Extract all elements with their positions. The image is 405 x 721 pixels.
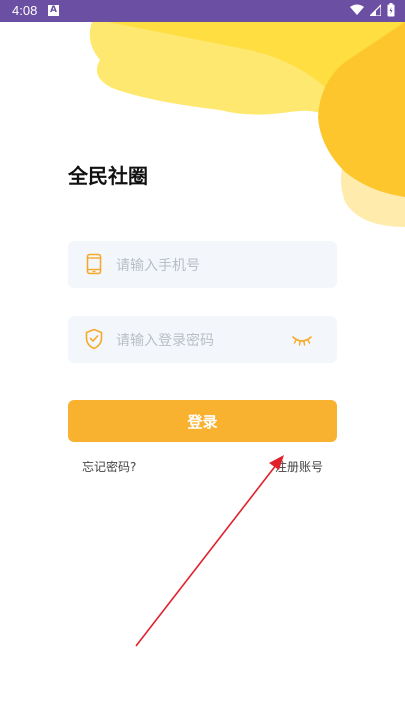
signal-icon <box>370 4 381 16</box>
status-time: 4:08 <box>12 3 38 18</box>
shield-check-icon <box>85 328 103 350</box>
status-icons <box>350 3 395 17</box>
phone-input[interactable] <box>114 241 308 290</box>
notification-badge-icon: A <box>48 5 59 16</box>
app-title: 全民社圈 <box>68 164 148 188</box>
wifi-icon <box>350 4 364 15</box>
phone-field[interactable] <box>68 241 337 290</box>
register-link[interactable]: 注册账号 <box>275 458 323 475</box>
eye-closed-icon[interactable] <box>291 333 313 347</box>
status-bar: 4:08 A <box>0 0 405 22</box>
password-input[interactable] <box>114 316 308 365</box>
phone-icon <box>86 253 102 275</box>
decorative-blob <box>89 22 405 227</box>
password-field[interactable] <box>68 316 337 365</box>
battery-icon <box>387 3 395 17</box>
login-button[interactable]: 登录 <box>68 400 337 442</box>
forgot-password-link[interactable]: 忘记密码? <box>82 458 136 475</box>
